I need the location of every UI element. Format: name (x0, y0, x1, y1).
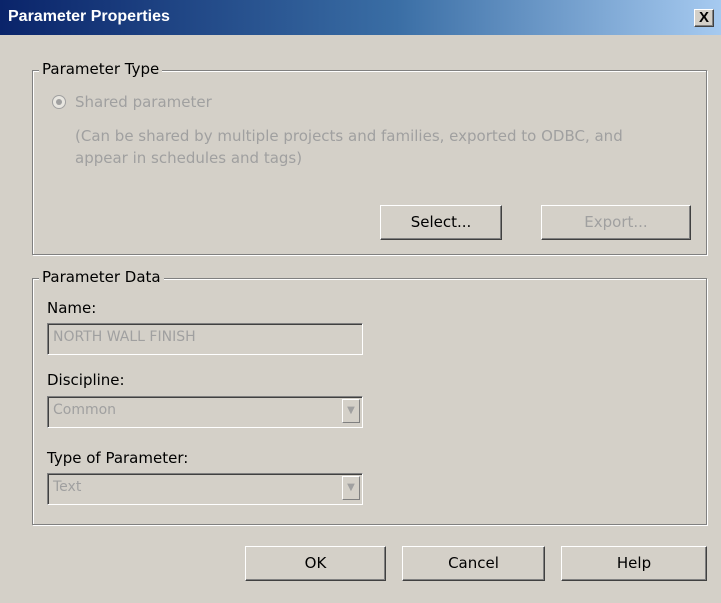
name-field[interactable]: NORTH WALL FINISH (47, 323, 363, 355)
export-button[interactable]: Export... (541, 205, 691, 240)
parameter-data-group: Parameter Data Name: NORTH WALL FINISH D… (32, 268, 707, 525)
help-button-label: Help (616, 554, 652, 572)
parameter-type-group: Parameter Type Shared parameter (Can be … (32, 60, 707, 255)
name-label: Name: (47, 299, 97, 317)
type-of-parameter-label: Type of Parameter: (47, 449, 189, 467)
close-button[interactable]: X (694, 9, 714, 27)
help-button[interactable]: Help (561, 546, 707, 581)
type-of-parameter-dropdown[interactable]: Text ▼ (47, 473, 363, 505)
parameter-type-legend: Parameter Type (39, 60, 163, 78)
window-title: Parameter Properties (8, 8, 170, 25)
close-icon: X (698, 9, 709, 26)
export-button-label: Export... (584, 213, 648, 231)
name-field-value: NORTH WALL FINISH (53, 329, 196, 345)
discipline-dropdown[interactable]: Common ▼ (47, 396, 363, 428)
type-of-parameter-dropdown-value: Text (53, 479, 82, 495)
ok-button[interactable]: OK (245, 546, 386, 581)
cancel-button[interactable]: Cancel (402, 546, 545, 581)
title-bar[interactable]: Parameter Properties X (0, 0, 721, 35)
discipline-label: Discipline: (47, 371, 125, 389)
parameter-type-description-line2: appear in schedules and tags) (75, 149, 303, 167)
parameter-type-description-line1: (Can be shared by multiple projects and … (75, 127, 623, 145)
parameter-data-legend: Parameter Data (39, 268, 164, 286)
discipline-dropdown-chevron-down-icon[interactable]: ▼ (342, 399, 360, 423)
select-button-label: Select... (410, 213, 472, 231)
cancel-button-label: Cancel (448, 554, 499, 572)
shared-parameter-radio[interactable] (52, 95, 66, 109)
discipline-dropdown-value: Common (53, 402, 117, 418)
select-button[interactable]: Select... (380, 205, 502, 240)
shared-parameter-label: Shared parameter (75, 93, 212, 111)
ok-button-label: OK (304, 554, 327, 572)
type-of-parameter-chevron-down-icon[interactable]: ▼ (342, 476, 360, 500)
